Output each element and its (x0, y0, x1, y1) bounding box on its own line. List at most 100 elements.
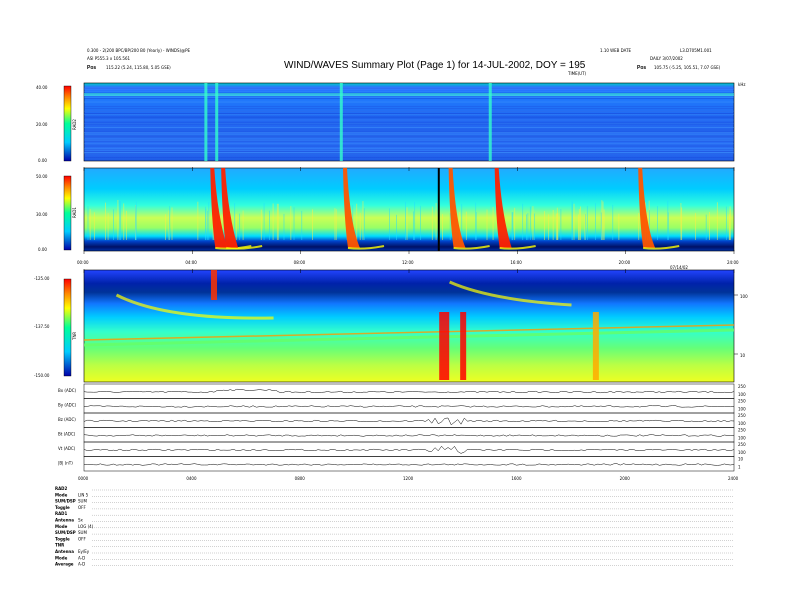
time-tick-label: 16:00 (510, 260, 522, 265)
line-panel-frame (83, 412, 735, 428)
tnr-burst (439, 312, 450, 380)
footer-key: Mode (55, 555, 68, 560)
line-panel-label: Bz (ADC) (58, 417, 76, 422)
line-plot-stack: Bx (ADC)250100By (ADC)250100Bz (ADC)2501… (58, 383, 746, 472)
footer-key: Toggle (55, 505, 70, 510)
rad2-panel-label: RAD2 (72, 119, 77, 130)
footer-key: Mode (55, 524, 68, 529)
line-panel-scale: 250 (738, 399, 746, 404)
line-panel-scale: 10 (738, 457, 744, 462)
rad2-burst (488, 83, 492, 161)
rad2-scale-bot: 0.00 (38, 158, 47, 163)
rad2-spectrogram (83, 82, 735, 162)
bottom-time-tick-label: 0800 (295, 476, 306, 481)
line-panel-scale: 250 (738, 384, 746, 389)
footer-key: RAD1 (55, 511, 67, 516)
line-panel-trace (83, 405, 735, 408)
unit-label: kHz (738, 82, 745, 87)
footer-value: LIN 5 (78, 492, 89, 497)
line-panel-trace (83, 388, 735, 394)
bottom-time-axis: 0000 0400 0800 1200 1600 2000 2400 (78, 476, 739, 481)
time-tick-label: 08:00 (294, 260, 306, 265)
line-panel-scale: 100 (738, 436, 746, 441)
line-panel-scale: 100 (738, 450, 746, 455)
rad1-panel-label: RAD1 (72, 207, 77, 218)
header-left-pos-value: 115.22 (5.24, 115.80, 5.05 GSE) (106, 65, 171, 70)
footer-value: A-D (78, 555, 85, 560)
top-axis-label: TIME(UT) (567, 71, 587, 76)
time-tick-label: 20:00 (619, 260, 631, 265)
rad1-scale-top: 50.00 (36, 174, 48, 179)
tnr-scale-mid: -137.50 (34, 324, 50, 329)
line-panel-scale: 250 (738, 428, 746, 433)
header-left-pos-label: Pos (87, 65, 96, 71)
tnr-colorbar (63, 278, 72, 377)
bottom-time-tick-label: 2400 (728, 476, 739, 481)
header-right-pos-label: Pos (637, 65, 646, 71)
tnr-scale-bot: -150.00 (34, 373, 50, 378)
tnr-right-tick-100: 100 (740, 294, 748, 299)
header-right-line2: DAILY 3/07/2002 (650, 56, 683, 61)
line-panel-scale: 100 (738, 407, 746, 412)
rad2-burst (204, 83, 208, 161)
summary-plot: WIND/WAVES Summary Plot (Page 1) for 14-… (34, 48, 748, 567)
line-panel-trace (83, 434, 735, 437)
header-right-pos-value: 105.75 (-5.25, 105.51, 7.07 GSE) (654, 65, 721, 70)
line-panel-label: By (ADC) (58, 403, 77, 408)
line-panel-label: Vt (ADC) (58, 446, 76, 451)
bottom-time-tick-label: 2000 (620, 476, 631, 481)
line-panel-scale: 250 (738, 442, 746, 447)
footer-key: Average (55, 562, 74, 567)
tnr-burst (592, 312, 599, 380)
line-panel-frame (83, 441, 735, 457)
header-right-line1: 1.10 WEB DATE (600, 48, 632, 53)
rad2-burst (339, 83, 343, 161)
rad2-scale-top: 40.00 (36, 85, 48, 90)
line-panel-trace (83, 463, 735, 466)
rad2-scale-mid: 20.00 (36, 122, 48, 127)
line-panel-frame (83, 398, 735, 414)
footer-key: SUM/DSP (55, 530, 76, 535)
rad2-colorbar (63, 85, 72, 162)
header-left-line1: 0.300 - 2(200 BPC/BP/200 B0 (Yearly) - W… (87, 48, 190, 53)
tnr-right-tick-10: 10 (740, 353, 746, 358)
footer-key: RAD2 (55, 486, 67, 491)
footer-key: Antenna (55, 518, 74, 523)
bottom-time-tick-label: 1600 (511, 476, 522, 481)
footer-value: SUM (78, 530, 87, 535)
line-panel-scale: 250 (738, 413, 746, 418)
line-panel-scale: 100 (738, 421, 746, 426)
tnr-burst (211, 270, 217, 300)
line-panel-label: |B| (nT) (58, 461, 73, 466)
rad2-band (84, 93, 734, 96)
tnr-scale-top: -125.00 (34, 276, 50, 281)
footer-key: TNR (55, 543, 64, 548)
rad1-scale-mid: 30.00 (36, 212, 48, 217)
bottom-time-tick-label: 0400 (186, 476, 197, 481)
footer-value: LOG (4) (78, 524, 94, 529)
line-panel-trace (83, 417, 735, 426)
bottom-time-tick-label: 1200 (403, 476, 414, 481)
line-panel-trace (83, 445, 735, 454)
footer-key: Antenna (55, 549, 74, 554)
footer-key: Mode (55, 492, 68, 497)
footer-key: Toggle (55, 536, 70, 541)
footer-value: OFF (78, 505, 86, 510)
header-left-line2: ASI P555.3 x 105.561 (87, 56, 130, 61)
rad1-colorbar (63, 175, 72, 251)
line-panel-label: Bx (ADC) (58, 388, 77, 393)
date-label: 07/14/02 (670, 265, 688, 270)
line-panel-label: Bt (ADC) (58, 432, 76, 437)
header-right-line3: L3.D705M1.001 (680, 48, 712, 53)
footer-value: OFF (78, 536, 86, 541)
time-tick-label: 04:00 (185, 260, 197, 265)
footer-value: A-D (78, 562, 85, 567)
tnr-spectrogram (83, 269, 735, 383)
plot-title: WIND/WAVES Summary Plot (Page 1) for 14-… (284, 60, 586, 71)
bottom-time-tick-label: 0000 (78, 476, 89, 481)
tnr-burst (460, 312, 467, 380)
footer-value: Sx (78, 518, 84, 523)
rad1-scale-bot: 0.00 (38, 247, 47, 252)
time-tick-label: 24:00 (727, 260, 739, 265)
footer-value: SUM (78, 499, 87, 504)
